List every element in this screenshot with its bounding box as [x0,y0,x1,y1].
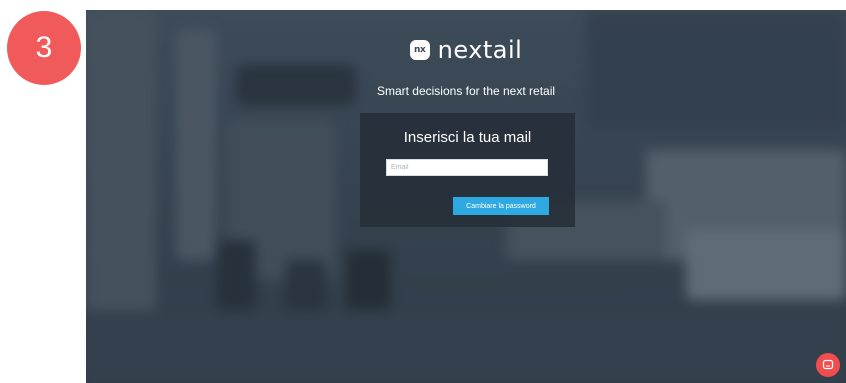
brand-name: nextail [437,36,523,64]
reset-password-panel: Inserisci la tua mail Cambiare la passwo… [360,113,575,227]
step-number-badge: 3 [7,11,81,85]
nx-logo-mark: nx [409,40,430,60]
change-password-button[interactable]: Cambiare la password [453,197,549,215]
login-screen: nx nextail Smart decisions for the next … [86,10,846,383]
step-number: 3 [35,31,53,64]
email-input[interactable] [386,159,548,176]
chat-glyph [822,359,834,370]
chat-bubble-icon[interactable] [816,353,840,377]
tagline: Smart decisions for the next retail [376,84,556,98]
nextail-logo: nx nextail [86,36,846,64]
panel-title: Inserisci la tua mail [403,129,532,146]
